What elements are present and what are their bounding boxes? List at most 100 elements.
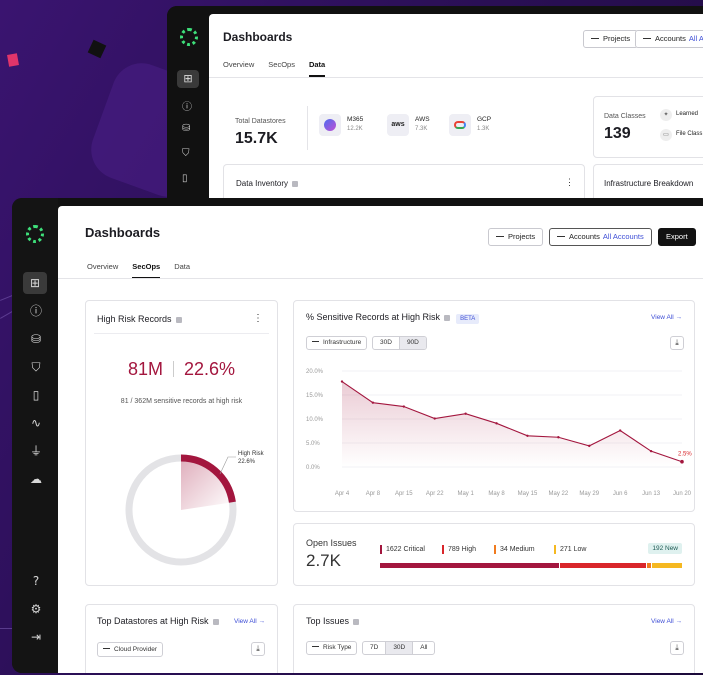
view-all-link[interactable]: View All → [651,314,682,321]
legend-high: 789 High [442,545,476,554]
download-icon[interactable]: ⤓ [251,642,265,656]
back-accounts-value: All Acc [688,34,703,43]
risk-type-filter[interactable]: Risk Type [306,641,358,655]
download-icon[interactable]: ⤓ [670,336,684,350]
data-point [495,422,498,425]
top-issues-card: Top Issues View All → Risk Type 7D 30D A… [293,604,695,673]
top-datastores-view-all[interactable]: View All → [234,618,265,625]
back-tab-data[interactable]: Data [308,60,326,77]
new-issues-badge: 192 New [648,543,682,554]
back-tab-overview[interactable]: Overview [223,60,254,77]
open-issues-total: 2.7K [306,551,341,570]
aws-icon: aws [387,114,409,136]
projects-label: Projects [508,232,536,241]
y-tick-label: 15.0% [306,393,324,399]
more-options-icon[interactable]: ⋮ [253,313,263,324]
background-shape [87,39,107,59]
more-options-icon[interactable]: ⋮ [565,177,574,188]
back-projects-button[interactable]: Projects [583,30,639,48]
shield-icon[interactable]: ⛉ [182,148,190,159]
total-datastores-label: Total Datastores [235,118,286,125]
source-gcp[interactable]: GCP 1.3K [449,114,509,144]
m365-icon [319,114,341,136]
divider [307,106,308,150]
x-tick-label: Apr 15 [395,491,413,497]
x-tick-label: May 8 [488,491,505,497]
high-risk-stat: 81M 22.6% [86,359,277,380]
grid-icon[interactable]: ⊞ [177,70,199,88]
alert-icon[interactable]: ⓘ [28,303,44,319]
accounts-value: All Accounts [602,232,644,241]
top-datastores-title: Top Datastores at High Risk [97,616,219,626]
projects-button[interactable]: Projects [488,228,544,246]
book-icon[interactable]: ▯ [182,173,188,184]
source-count: 12.2K [347,126,363,132]
sensitive-title: % Sensitive Records at High Risk BETA [306,312,480,324]
back-tabs: Overview SecOps Data [223,60,326,77]
issues-range-toggle: 7D 30D All [362,641,436,655]
back-tab-secops[interactable]: SecOps [268,60,295,77]
pulse-icon[interactable]: ∿ [28,415,44,431]
range-all[interactable]: All [413,642,434,654]
sidebar: ⊞ ⓘ ⛁ ⛉ ▯ ∿ ⏚ ☁ ? ⚙ ⇥ [12,198,58,673]
divider [94,333,269,334]
range-90d[interactable]: 90D [399,337,426,349]
settings-icon[interactable]: ⚙ [28,601,44,617]
shield-icon[interactable]: ⛉ [28,359,44,375]
cloud-provider-filter[interactable]: Cloud Provider [97,642,163,657]
high-risk-title-text: High Risk Records [97,314,172,324]
top-issues-title-text: Top Issues [306,616,350,626]
legend-critical: 1622 Critical [380,545,425,554]
data-classes-card: Data Classes 139 ✦ Learned ▭ File Class [593,96,703,158]
bar-low [652,563,682,568]
data-point [433,417,436,420]
high-risk-title: High Risk Records [97,314,182,324]
range-30d[interactable]: 30D [386,642,414,654]
grid-icon[interactable]: ⊞ [23,272,47,294]
page-title: Dashboards [85,225,161,240]
infrastructure-filter[interactable]: Infrastructure [306,336,368,350]
gcp-icon [449,114,471,136]
x-tick-label: Apr 8 [366,491,381,497]
top-issues-view-all[interactable]: View All → [651,618,682,625]
download-icon[interactable]: ⤓ [670,641,684,655]
brand-logo-icon [26,225,44,243]
back-accounts-button[interactable]: AccountsAll Acc [635,30,703,48]
source-aws[interactable]: aws AWS 7.3K [387,114,447,144]
data-inventory-title: Data Inventory [236,179,299,188]
tab-overview[interactable]: Overview [87,262,118,279]
accounts-button[interactable]: Accounts All Accounts [549,228,652,246]
sensitive-title-text: % Sensitive Records at High Risk [306,312,441,322]
source-name: M365 [347,116,364,123]
high-risk-subtitle: 81 / 362M sensitive records at high risk [120,398,243,405]
book-icon[interactable]: ▯ [28,387,44,403]
stat-separator [172,361,174,377]
help-icon[interactable]: ? [28,573,44,589]
data-point [371,401,375,404]
high-risk-count: 81M [127,359,163,379]
infra-breakdown-title: Infrastructure Breakdown [604,179,694,188]
alert-icon[interactable]: ⓘ [182,98,192,113]
plug-icon[interactable]: ⏚ [28,443,44,459]
range-7d[interactable]: 7D [363,642,387,654]
x-tick-label: Jun 6 [613,491,628,497]
logout-icon[interactable]: ⇥ [28,629,44,645]
x-tick-label: May 22 [549,491,569,497]
tab-secops[interactable]: SecOps [132,262,161,279]
total-datastores-value: 15.7K [235,130,278,147]
info-icon [212,618,219,625]
database-icon[interactable]: ⛁ [182,123,190,134]
database-icon[interactable]: ⛁ [28,331,44,347]
data-point [340,380,344,383]
data-classes-label: Data Classes [604,113,646,120]
file-classes-label: File Class [676,131,703,137]
source-m365[interactable]: M365 12.2K [319,114,379,144]
info-icon [353,618,360,625]
range-30d[interactable]: 30D [373,337,400,349]
file-icon: ▭ [660,129,672,141]
cloud-icon[interactable]: ☁ [28,471,44,487]
source-name: AWS [415,116,430,123]
divider [58,278,703,279]
tab-data[interactable]: Data [174,262,190,279]
export-button[interactable]: Export [658,228,696,246]
